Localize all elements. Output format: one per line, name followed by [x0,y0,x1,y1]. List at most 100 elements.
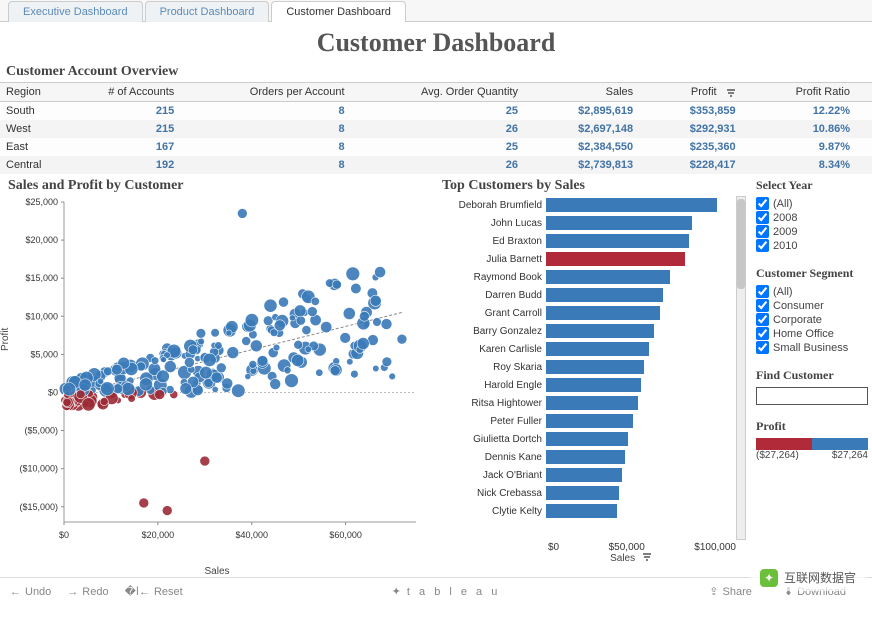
redo-button[interactable]: →Redo [67,586,108,598]
checkbox[interactable] [756,313,769,326]
bar-label: Grant Carroll [436,308,546,319]
watermark: ✦互联网数据官 [750,565,866,591]
bar-row[interactable]: Darren Budd [436,286,736,304]
segment-option[interactable]: Home Office [756,327,868,340]
bar-row[interactable]: Karen Carlisle [436,340,736,358]
year-option[interactable]: 2010 [756,239,868,252]
scrollbar[interactable] [736,196,746,540]
th-region[interactable]: Region [0,83,66,102]
reset-icon: �ⅼ← [125,585,150,598]
cell-profit: $353,859 [655,102,757,121]
share-button[interactable]: ⇪Share [709,585,752,598]
bar-label: Peter Fuller [436,416,546,427]
option-label: 2010 [773,240,797,252]
option-label: (All) [773,198,793,210]
checkbox[interactable] [756,197,769,210]
option-label: Home Office [773,328,834,340]
bar-row[interactable]: Giulietta Dortch [436,430,736,448]
checkbox[interactable] [756,299,769,312]
bar-row[interactable]: Barry Gonzalez [436,322,736,340]
year-option[interactable]: (All) [756,197,868,210]
cell-sales: $2,384,550 [540,138,655,156]
topcust-bars[interactable]: Deborah Brumfield John Lucas Ed Braxton Jul… [436,196,736,540]
bar-track [546,450,736,464]
bottom-toolbar: ←Undo →Redo �ⅼ←Reset ✦ t a b l e a u ⇪Sh… [0,577,872,605]
svg-text:$20,000: $20,000 [25,235,58,245]
checkbox[interactable] [756,285,769,298]
th-profit[interactable]: Profit [655,83,757,102]
scatter-plot[interactable]: Profit $25,000$20,000$15,000$10,000$5,00… [2,196,422,566]
cell-aoq: 25 [367,138,540,156]
option-label: Corporate [773,314,822,326]
cell-accounts: 167 [66,138,196,156]
svg-text:$20,000: $20,000 [142,530,175,540]
bar-row[interactable]: Ritsa Hightower [436,394,736,412]
year-option[interactable]: 2009 [756,225,868,238]
reset-button[interactable]: �ⅼ←Reset [125,585,183,598]
cell-aoq: 26 [367,156,540,174]
cell-opa: 8 [196,156,366,174]
bar-track [546,396,736,410]
bar-label: Julia Barnett [436,254,546,265]
bar-row[interactable]: Grant Carroll [436,304,736,322]
segment-option[interactable]: Consumer [756,299,868,312]
checkbox[interactable] [756,225,769,238]
bar-row[interactable]: Harold Engle [436,376,736,394]
table-row[interactable]: Central192826$2,739,813$228,4178.34% [0,156,872,174]
table-row[interactable]: South215825$2,895,619$353,85912.22% [0,102,872,121]
bar-row[interactable]: Jack O'Briant [436,466,736,484]
segment-option[interactable]: Corporate [756,313,868,326]
checkbox[interactable] [756,327,769,340]
cell-profit: $292,931 [655,120,757,138]
profit-color-scale [756,438,868,450]
bar-row[interactable]: Roy Skaria [436,358,736,376]
segment-option[interactable]: Small Business [756,341,868,354]
th-opa[interactable]: Orders per Account [196,83,366,102]
bar-track [546,468,736,482]
cell-accounts: 192 [66,156,196,174]
find-customer-input[interactable] [756,387,868,405]
bar-track [546,306,736,320]
filter-find-title: Find Customer [756,368,868,383]
undo-button[interactable]: ←Undo [10,586,51,598]
bar-label: Nick Crebassa [436,488,546,499]
bar-row[interactable]: John Lucas [436,214,736,232]
bar-row[interactable]: Deborah Brumfield [436,196,736,214]
scatter-title: Sales and Profit by Customer [2,176,432,196]
bar-label: Ed Braxton [436,236,546,247]
bar-track [546,234,736,248]
th-ratio[interactable]: Profit Ratio [758,83,872,102]
bar-row[interactable]: Raymond Book [436,268,736,286]
svg-text:$15,000: $15,000 [25,273,58,283]
bar-row[interactable]: Ed Braxton [436,232,736,250]
tab-executive[interactable]: Executive Dashboard [8,1,143,22]
bar-label: John Lucas [436,218,546,229]
bar-row[interactable]: Dennis Kane [436,448,736,466]
cell-profit: $228,417 [655,156,757,174]
bar-row[interactable]: Nick Crebassa [436,484,736,502]
page-title: Customer Dashboard [0,22,872,62]
segment-option[interactable]: (All) [756,285,868,298]
table-row[interactable]: West215826$2,697,148$292,93110.86% [0,120,872,138]
bar-label: Clytie Kelty [436,506,546,517]
table-row[interactable]: East167825$2,384,550$235,3609.87% [0,138,872,156]
bar-track [546,486,736,500]
year-option[interactable]: 2008 [756,211,868,224]
cell-accounts: 215 [66,120,196,138]
th-aoq[interactable]: Avg. Order Quantity [367,83,540,102]
tab-customer[interactable]: Customer Dashboard [271,1,406,22]
checkbox[interactable] [756,341,769,354]
bar-label: Darren Budd [436,290,546,301]
checkbox[interactable] [756,211,769,224]
checkbox[interactable] [756,239,769,252]
bar-row[interactable]: Peter Fuller [436,412,736,430]
cell-region: West [0,120,66,138]
wechat-icon: ✦ [760,569,778,587]
bar-track [546,342,736,356]
bar-row[interactable]: Clytie Kelty [436,502,736,520]
bar-row[interactable]: Julia Barnett [436,250,736,268]
th-accounts[interactable]: # of Accounts [66,83,196,102]
th-sales[interactable]: Sales [540,83,655,102]
tableau-logo: ✦ t a b l e a u [199,585,694,598]
tab-product[interactable]: Product Dashboard [145,1,270,22]
